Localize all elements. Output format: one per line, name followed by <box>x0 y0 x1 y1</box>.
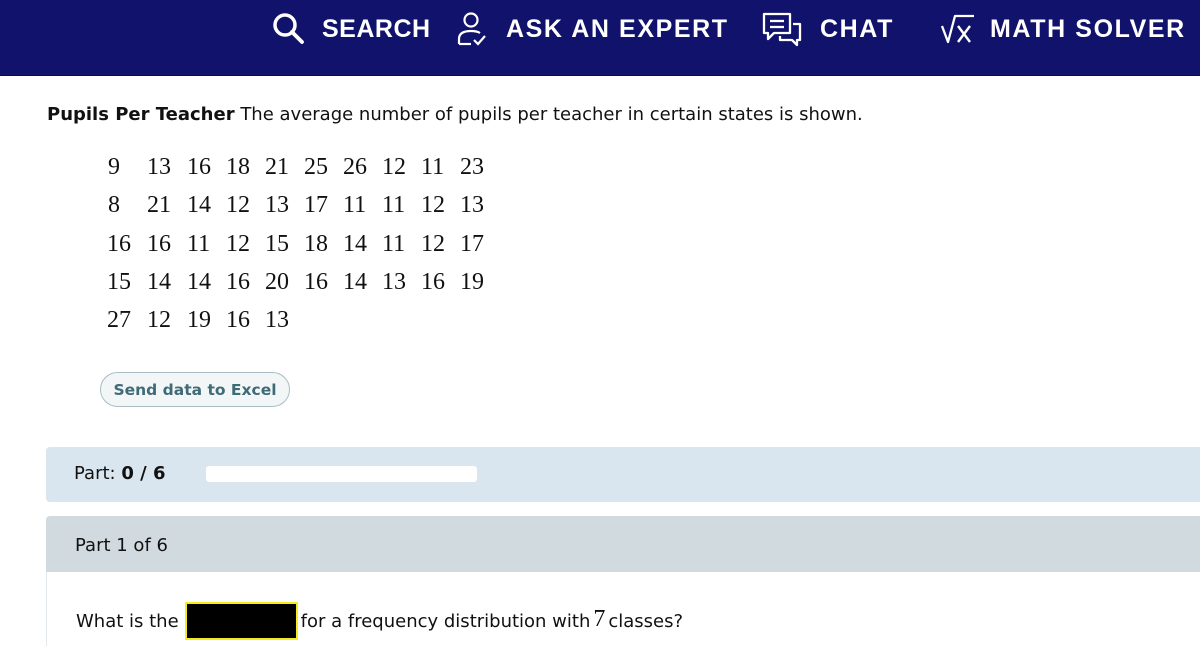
nav-ask-an-expert-label: ASK AN EXPERT <box>506 14 729 43</box>
send-data-to-excel-button[interactable]: Send data to Excel <box>100 372 290 407</box>
data-value: 25 <box>304 154 328 180</box>
top-navigation-bar: SEARCH ASK AN EXPERT CHAT MATH SOLVER <box>0 0 1200 76</box>
data-value: 12 <box>382 154 406 180</box>
nav-search-label: SEARCH <box>322 14 431 43</box>
data-value: 18 <box>226 154 250 180</box>
search-icon <box>270 10 308 48</box>
data-value: 12 <box>421 192 445 219</box>
data-value: 11 <box>421 154 445 180</box>
data-value: 15 <box>107 268 131 295</box>
nav-math-solver-label: MATH SOLVER <box>990 14 1186 43</box>
data-value: 12 <box>226 230 250 257</box>
part-body: What is the for a frequency distribution… <box>46 572 1200 646</box>
data-value: 8 <box>108 192 120 219</box>
data-value: 11 <box>343 192 367 219</box>
data-value: 12 <box>421 230 445 257</box>
data-value: 13 <box>382 268 406 295</box>
data-value: 16 <box>226 307 250 334</box>
data-value: 16 <box>187 154 211 180</box>
chat-bubbles-icon <box>760 10 806 48</box>
data-value: 19 <box>460 268 484 295</box>
nav-ask-an-expert[interactable]: ASK AN EXPERT <box>454 10 729 48</box>
data-value: 14 <box>343 230 367 257</box>
data-value: 14 <box>187 268 211 295</box>
data-value: 16 <box>147 230 171 257</box>
problem-statement: Pupils Per Teacher The average number of… <box>47 104 863 125</box>
progress-label-text: Part: <box>74 463 116 484</box>
part-header: Part 1 of 6 <box>46 516 1200 572</box>
data-value: 14 <box>147 268 171 295</box>
progress-value: 0 / 6 <box>121 463 166 484</box>
data-value: 16 <box>304 268 328 295</box>
person-check-icon <box>454 10 492 48</box>
data-value: 14 <box>187 192 211 219</box>
class-count: 7 <box>593 605 606 632</box>
data-value: 27 <box>107 307 131 334</box>
data-value: 16 <box>226 268 250 295</box>
question-text: What is the for a frequency distribution… <box>76 602 683 640</box>
data-value: 11 <box>382 230 406 257</box>
square-root-x-icon <box>940 10 976 48</box>
data-value: 11 <box>187 230 211 257</box>
nav-chat[interactable]: CHAT <box>760 10 894 48</box>
data-value: 13 <box>265 307 289 334</box>
data-value: 14 <box>343 268 367 295</box>
data-value: 13 <box>460 192 484 219</box>
data-value: 9 <box>108 154 120 180</box>
data-value: 26 <box>343 154 367 180</box>
data-value: 16 <box>107 230 131 257</box>
data-value: 18 <box>304 230 328 257</box>
question-prefix: What is the <box>76 610 179 632</box>
data-value: 21 <box>147 192 171 219</box>
data-value: 12 <box>226 192 250 219</box>
progress-panel: Part: 0 / 6 <box>46 447 1200 502</box>
question-suffix: for a frequency distribution with <box>300 610 591 632</box>
data-value: 20 <box>265 268 289 295</box>
data-value: 17 <box>304 192 328 219</box>
data-value: 15 <box>265 230 289 257</box>
data-value: 21 <box>265 154 289 180</box>
nav-chat-label: CHAT <box>820 14 894 43</box>
question-suffix-end: classes? <box>608 610 684 632</box>
part-title: Part 1 of 6 <box>75 535 168 556</box>
data-value: 16 <box>421 268 445 295</box>
redacted-answer-term <box>184 602 298 640</box>
data-value: 13 <box>147 154 171 180</box>
data-value: 11 <box>382 192 406 219</box>
progress-bar <box>206 466 477 482</box>
problem-title: Pupils Per Teacher <box>47 104 235 125</box>
data-value: 12 <box>147 307 171 334</box>
data-value: 19 <box>187 307 211 334</box>
data-value: 23 <box>460 154 484 180</box>
nav-search[interactable]: SEARCH <box>270 10 431 48</box>
progress-label: Part: 0 / 6 <box>74 463 166 484</box>
data-value: 13 <box>265 192 289 219</box>
nav-math-solver[interactable]: MATH SOLVER <box>940 10 1186 48</box>
data-value: 17 <box>460 230 484 257</box>
problem-description: The average number of pupils per teacher… <box>240 104 863 125</box>
